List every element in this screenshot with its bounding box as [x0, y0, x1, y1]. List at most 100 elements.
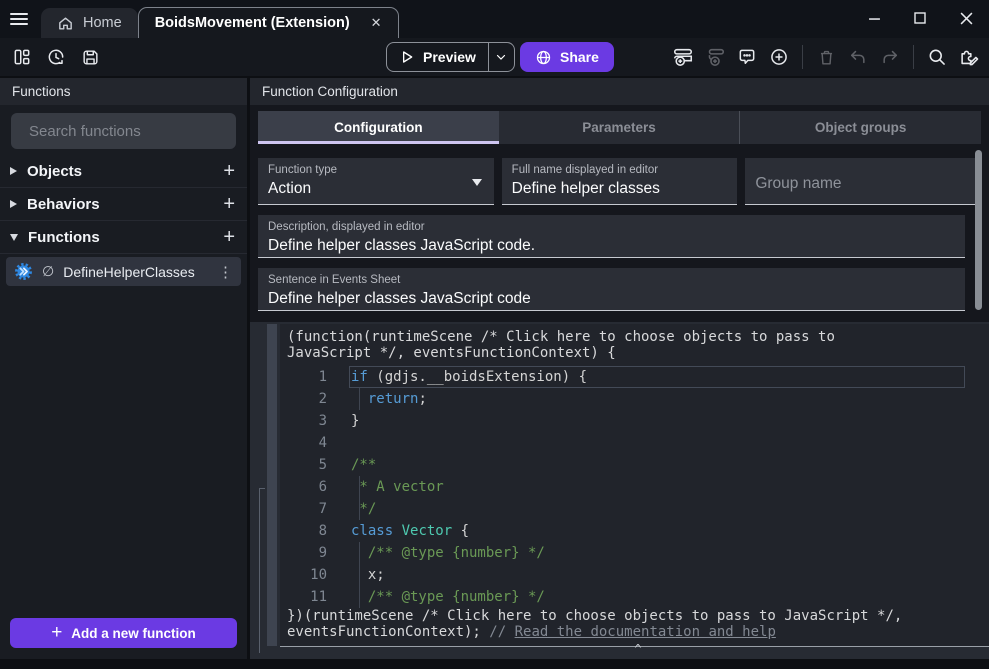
code-line[interactable]: 10 x;	[287, 564, 989, 586]
group-name-placeholder: Group name	[755, 175, 971, 193]
undo-button[interactable]	[844, 43, 872, 71]
function-type-select[interactable]: Function type Action	[258, 158, 494, 205]
add-subevent-button[interactable]	[701, 43, 729, 71]
code-line[interactable]: 9 /** @type {number} */	[287, 542, 989, 564]
redo-button[interactable]	[876, 43, 904, 71]
line-number: 8	[287, 523, 327, 539]
line-code: */	[351, 501, 376, 517]
line-code: * A vector	[351, 479, 444, 495]
code-line[interactable]: 4	[287, 432, 989, 454]
search-icon	[927, 47, 947, 67]
close-button[interactable]	[943, 0, 989, 36]
code-line[interactable]: 3}	[287, 410, 989, 432]
js-wrapper-footer-line[interactable]: eventsFunctionContext); // Read the docu…	[287, 624, 989, 640]
add-event-button[interactable]	[669, 43, 697, 71]
expand-caret-icon: ^	[287, 642, 989, 656]
tab-boidsmovement[interactable]: BoidsMovement (Extension) ✕	[138, 7, 399, 38]
toolbar-divider	[802, 45, 803, 69]
maximize-button[interactable]	[897, 0, 943, 36]
line-number: 3	[287, 413, 327, 429]
main-area: Functions Objects + Behaviors + Function…	[0, 76, 989, 669]
section-objects[interactable]: Objects +	[0, 155, 247, 188]
description-field[interactable]: Description, displayed in editor Define …	[258, 215, 965, 258]
functions-panel-title: Functions	[0, 78, 247, 105]
section-behaviors-label: Behaviors	[27, 196, 223, 213]
section-behaviors[interactable]: Behaviors +	[0, 188, 247, 221]
tab-configuration[interactable]: Configuration	[258, 111, 499, 144]
share-button[interactable]: Share	[520, 42, 614, 72]
search-functions-box[interactable]	[11, 113, 236, 149]
full-name-field[interactable]: Full name displayed in editor Define hel…	[502, 158, 738, 205]
delete-button[interactable]	[812, 43, 840, 71]
line-code: return;	[351, 391, 427, 407]
code-line[interactable]: 7 */	[287, 498, 989, 520]
redo-icon	[880, 47, 900, 67]
open-editors-panel-button[interactable]	[8, 43, 36, 71]
documentation-link[interactable]: Read the documentation and help	[515, 624, 776, 640]
minimize-icon	[868, 12, 881, 25]
add-behavior-icon[interactable]: +	[223, 194, 235, 214]
search-button[interactable]	[923, 43, 951, 71]
sentence-field[interactable]: Sentence in Events Sheet Define helper c…	[258, 268, 965, 311]
preview-label: Preview	[423, 49, 476, 65]
tab-home[interactable]: Home	[41, 8, 138, 38]
code-line[interactable]: 2 return;	[287, 388, 989, 410]
toolbar-right-group	[669, 43, 983, 71]
line-code: /** @type {number} */	[351, 545, 545, 561]
function-item-definehelperclasses[interactable]: ∅ DefineHelperClasses ⋮	[6, 257, 241, 286]
chevron-down-icon	[495, 51, 507, 63]
add-comment-button[interactable]	[733, 43, 761, 71]
section-functions[interactable]: Functions +	[0, 221, 247, 254]
events-sheet: (function(runtimeScene /* Click here to …	[250, 322, 989, 659]
save-button[interactable]	[76, 43, 104, 71]
search-functions-input[interactable]	[29, 123, 228, 140]
trash-icon	[817, 48, 836, 67]
titlebar: Home BoidsMovement (Extension) ✕	[0, 0, 989, 38]
code-line[interactable]: 8class Vector {	[287, 520, 989, 542]
add-new-function-button[interactable]: + Add a new function	[10, 618, 237, 648]
add-function-icon[interactable]: +	[223, 227, 235, 247]
add-subevent-icon	[704, 46, 726, 68]
home-icon	[57, 15, 74, 32]
js-wrapper-footer-line[interactable]: })(runtimeScene /* Click here to choose …	[287, 608, 989, 624]
full-name-label: Full name displayed in editor	[512, 164, 728, 176]
preview-button[interactable]: Preview	[386, 42, 515, 72]
line-number: 9	[287, 545, 327, 561]
minimize-button[interactable]	[851, 0, 897, 36]
code-line[interactable]: 5/**	[287, 454, 989, 476]
config-row-1: Function type Action Full name displayed…	[258, 158, 981, 205]
preview-button-main[interactable]: Preview	[387, 43, 488, 71]
toolbar-left-group	[8, 43, 104, 71]
dropdown-arrow-icon	[472, 179, 482, 186]
item-menu-icon[interactable]: ⋮	[218, 263, 233, 281]
line-number: 1	[287, 369, 327, 385]
history-clock-icon	[46, 47, 66, 67]
share-label: Share	[560, 49, 599, 65]
line-code: /** @type {number} */	[351, 589, 545, 605]
js-wrapper-header-line[interactable]: JavaScript */, eventsFunctionContext) {	[287, 345, 989, 361]
event-drag-handle[interactable]	[267, 324, 277, 646]
code-line[interactable]: 6 * A vector	[287, 476, 989, 498]
function-item-label: DefineHelperClasses	[63, 264, 209, 280]
version-history-button[interactable]	[42, 43, 70, 71]
tab-close-icon[interactable]: ✕	[371, 15, 382, 31]
config-scrollbar-thumb[interactable]	[975, 150, 982, 310]
edit-extension-button[interactable]	[955, 43, 983, 71]
code-line[interactable]: 11 /** @type {number} */	[287, 586, 989, 608]
tab-parameters[interactable]: Parameters	[499, 111, 740, 144]
plus-icon: +	[51, 622, 62, 644]
toolbar: Preview Share	[0, 38, 989, 76]
line-number: 4	[287, 435, 327, 451]
config-tabs: Configuration Parameters Object groups	[258, 111, 981, 144]
js-code-editor[interactable]: (function(runtimeScene /* Click here to …	[280, 324, 989, 647]
tab-object-groups[interactable]: Object groups	[739, 111, 981, 144]
js-wrapper-header-line[interactable]: (function(runtimeScene /* Click here to …	[287, 329, 989, 345]
add-object-icon[interactable]: +	[223, 161, 235, 181]
main-menu-button[interactable]	[0, 0, 38, 38]
code-line[interactable]: 1if (gdjs.__boidsExtension) {	[287, 366, 989, 388]
app-window: Home BoidsMovement (Extension) ✕	[0, 0, 989, 669]
preview-dropdown-button[interactable]	[488, 43, 514, 71]
choose-event-button[interactable]	[765, 43, 793, 71]
group-name-field[interactable]: Group name	[745, 158, 981, 205]
line-code: x;	[351, 567, 385, 583]
